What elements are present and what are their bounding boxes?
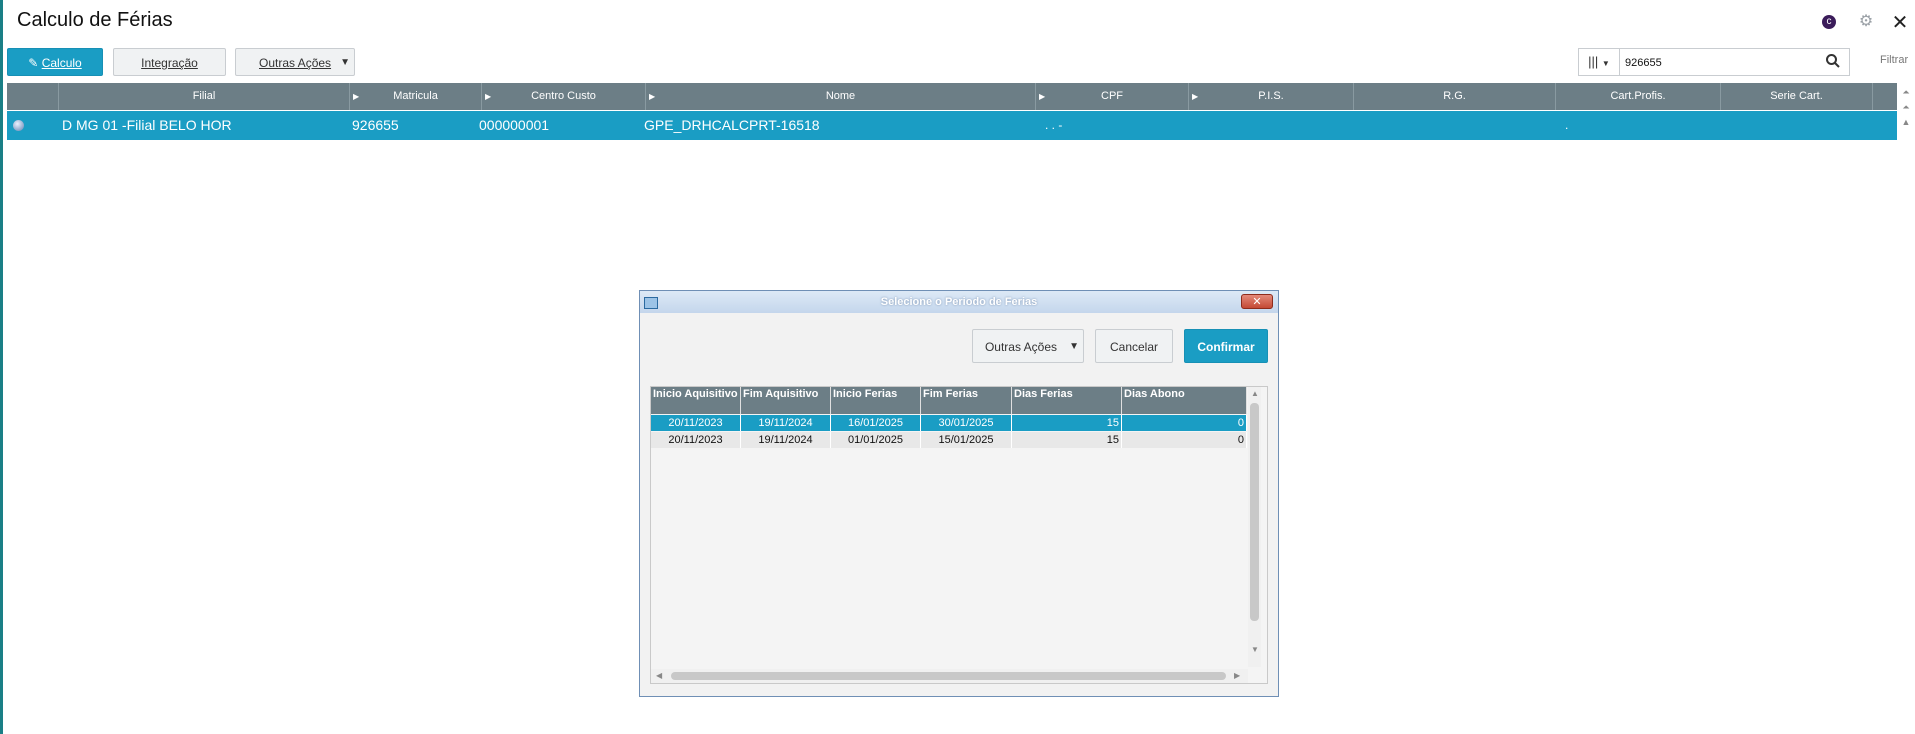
period-table-header: Inicio Aquisitivo Fim Aquisitivo Inicio …: [651, 387, 1247, 414]
cell-filial: D MG 01 -Filial BELO HOR: [62, 117, 232, 133]
outras-acoes-button[interactable]: Outras Ações ▼: [235, 48, 355, 76]
period-row[interactable]: 20/11/2023 19/11/2024 01/01/2025 15/01/2…: [651, 432, 1247, 448]
cell-centro-custo: 000000001: [479, 117, 550, 133]
cell-dias-abono: 0: [1122, 415, 1247, 431]
period-table-horizontal-scrollbar[interactable]: ◀ ▶: [651, 669, 1248, 683]
vertical-scroll-thumb[interactable]: [1250, 403, 1259, 621]
period-table: Inicio Aquisitivo Fim Aquisitivo Inicio …: [650, 386, 1268, 684]
period-selection-dialog: Selecione o Periodo de Ferias ✕ Outras A…: [639, 290, 1279, 697]
calculo-label: Calculo: [41, 56, 82, 70]
col-header-cpf-label: CPF: [1101, 90, 1123, 102]
caret-down-icon: ▼: [1069, 341, 1079, 352]
integracao-button[interactable]: Integração: [113, 48, 226, 76]
grid-scrollbar[interactable]: ⏶ ⏶ ▲: [1897, 83, 1915, 143]
table-row[interactable]: D MG 01 -Filial BELO HOR 926655 00000000…: [7, 111, 1897, 140]
gear-icon[interactable]: ⚙: [1857, 11, 1875, 31]
cell-inicio-ferias: 01/01/2025: [831, 432, 921, 448]
cell-fim-ferias: 30/01/2025: [921, 415, 1012, 431]
col-header-filial[interactable]: Filial: [59, 83, 350, 110]
col-header-fim-aquisitivo[interactable]: Fim Aquisitivo: [741, 387, 831, 414]
search-input[interactable]: [1623, 52, 1807, 74]
dialog-close-button[interactable]: ✕: [1241, 294, 1273, 309]
column-arrow-icon: ▶: [485, 92, 492, 101]
col-header-inicio-ferias[interactable]: Inicio Ferias: [831, 387, 921, 414]
cell-dias-ferias: 15: [1012, 415, 1122, 431]
confirmar-button[interactable]: Confirmar: [1184, 329, 1268, 363]
integracao-label: Integração: [141, 56, 198, 70]
search-box: ||| ▼: [1578, 48, 1850, 76]
scroll-up-icon[interactable]: ▲: [1897, 117, 1915, 127]
cell-fim-ferias: 15/01/2025: [921, 432, 1012, 448]
scroll-page-up-icon[interactable]: ⏶: [1897, 102, 1915, 113]
page-title: Calculo de Férias: [17, 9, 173, 31]
dialog-title: Selecione o Periodo de Ferias: [880, 296, 1038, 308]
close-icon[interactable]: ✕: [1890, 10, 1910, 34]
dialog-outras-acoes-button[interactable]: Outras Ações ▼: [972, 329, 1084, 363]
period-row[interactable]: 20/11/2023 19/11/2024 16/01/2025 30/01/2…: [651, 415, 1247, 431]
column-arrow-icon: ▶: [649, 92, 656, 101]
dialog-outras-acoes-label: Outras Ações: [984, 340, 1058, 354]
col-header-centro-custo-label: Centro Custo: [531, 90, 596, 102]
left-accent-bar: [0, 0, 3, 734]
scroll-top-icon[interactable]: ⏶: [1897, 87, 1915, 98]
cell-nome: GPE_DRHCALCPRT-16518: [644, 117, 820, 133]
columns-selector-button[interactable]: ||| ▼: [1579, 49, 1620, 75]
dialog-titlebar: Selecione o Periodo de Ferias ✕: [640, 291, 1278, 313]
cancelar-button[interactable]: Cancelar: [1095, 329, 1173, 363]
col-header-pis-label: P.I.S.: [1258, 90, 1284, 102]
cell-dias-ferias: 15: [1012, 432, 1122, 448]
scroll-up-icon[interactable]: ▲: [1251, 389, 1259, 398]
grid-header-marker: [7, 83, 59, 110]
col-header-pis[interactable]: ▶ P.I.S.: [1189, 83, 1354, 110]
period-table-vertical-scrollbar[interactable]: ▲ ▼: [1248, 387, 1261, 667]
col-header-matricula[interactable]: ▶ Matricula: [350, 83, 482, 110]
cell-dias-abono: 0: [1122, 432, 1247, 448]
col-header-rg[interactable]: R.G.: [1354, 83, 1556, 110]
col-header-dias-abono[interactable]: Dias Abono: [1122, 387, 1247, 414]
col-header-serie-cart[interactable]: Serie Cart.: [1721, 83, 1873, 110]
cell-cpf: . . -: [1045, 118, 1063, 132]
calculo-button[interactable]: ✎ Calculo: [7, 48, 103, 76]
cell-fim-aquisitivo: 19/11/2024: [741, 432, 831, 448]
col-header-inicio-aquisitivo[interactable]: Inicio Aquisitivo: [651, 387, 741, 414]
cell-inicio-aquisitivo: 20/11/2023: [651, 432, 741, 448]
col-header-fim-ferias[interactable]: Fim Ferias: [921, 387, 1012, 414]
col-header-nome[interactable]: ▶ Nome: [646, 83, 1036, 110]
col-header-matricula-label: Matricula: [393, 90, 438, 102]
columns-icon: |||: [1588, 54, 1599, 69]
outras-acoes-label: Outras Ações: [259, 56, 332, 70]
cell-inicio-aquisitivo: 20/11/2023: [651, 415, 741, 431]
scroll-left-icon[interactable]: ◀: [656, 671, 662, 680]
cell-fim-aquisitivo: 19/11/2024: [741, 415, 831, 431]
grid-header: Filial ▶ Matricula ▶ Centro Custo ▶ Nome ▶ C…: [7, 83, 1897, 110]
filter-link[interactable]: Filtrar: [1880, 54, 1908, 66]
row-status-icon: [13, 120, 24, 131]
cell-matricula: 926655: [352, 117, 399, 133]
horizontal-scroll-thumb[interactable]: [671, 672, 1226, 680]
column-arrow-icon: ▶: [1039, 92, 1046, 101]
col-header-cpf[interactable]: ▶ CPF: [1036, 83, 1189, 110]
cell-cart-profis: .: [1565, 118, 1569, 132]
col-header-cart-profis[interactable]: Cart.Profis.: [1556, 83, 1721, 110]
pencil-icon: ✎: [28, 56, 39, 70]
search-icon[interactable]: [1825, 53, 1841, 69]
caret-down-icon: ▼: [1601, 59, 1610, 68]
col-header-centro-custo[interactable]: ▶ Centro Custo: [482, 83, 646, 110]
col-header-dias-ferias[interactable]: Dias Ferias: [1012, 387, 1122, 414]
totvs-logo-icon[interactable]: c: [1822, 15, 1836, 29]
cell-inicio-ferias: 16/01/2025: [831, 415, 921, 431]
column-arrow-icon: ▶: [353, 92, 360, 101]
scroll-down-icon[interactable]: ▼: [1251, 645, 1259, 654]
column-arrow-icon: ▶: [1192, 92, 1199, 101]
col-header-nome-label: Nome: [825, 90, 856, 102]
scroll-right-icon[interactable]: ▶: [1234, 671, 1240, 680]
caret-down-icon: ▼: [340, 57, 350, 68]
